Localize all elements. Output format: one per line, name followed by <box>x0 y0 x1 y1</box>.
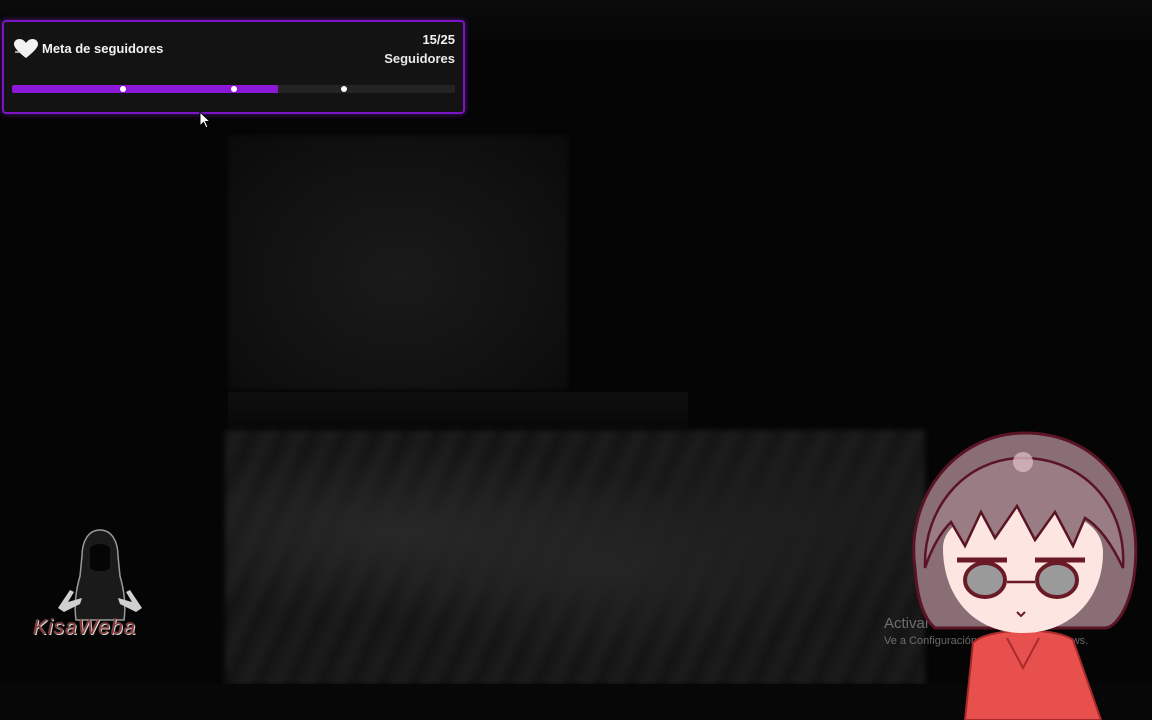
goal-progress-fill <box>12 85 278 93</box>
logo-text: KisaWeba <box>33 616 137 639</box>
anime-character-avatar <box>912 431 1138 720</box>
follower-goal-widget: Meta de seguidores 15/25 Seguidores <box>2 20 465 114</box>
dim-window-frame <box>228 135 568 390</box>
heart-icon <box>14 39 38 58</box>
goal-milestone-dot <box>119 86 126 92</box>
goal-count: 15/25 <box>422 32 455 47</box>
arrow-cursor-icon <box>199 111 211 129</box>
blurred-bed-scene <box>225 430 925 685</box>
goal-unit: Seguidores <box>384 51 455 66</box>
goal-title: Meta de seguidores <box>42 41 164 56</box>
goal-milestone-dot <box>230 86 237 92</box>
